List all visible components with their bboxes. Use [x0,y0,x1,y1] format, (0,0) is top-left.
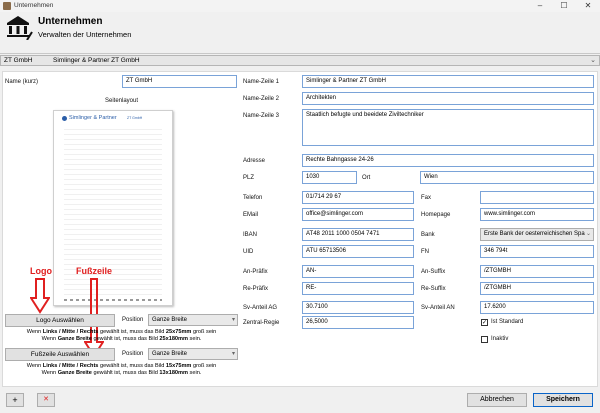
re-praefix-input[interactable]: RE- [302,282,414,295]
name1-input[interactable]: Simlinger & Partner ZT GmbH [302,75,594,88]
page-subtitle: Verwalten der Unternehmen [38,30,132,39]
zentral-regie-input[interactable]: 26,5000 [302,316,414,329]
ist-standard-checkbox[interactable]: ✓ [481,319,488,326]
adresse-label: Adresse [243,158,266,164]
ort-input[interactable]: Wien [420,171,594,184]
preview-logo-mark [62,116,67,121]
iban-label: IBAN [243,232,258,238]
bank-building-icon [7,16,33,40]
preview-footer-line [64,299,162,301]
re-praefix-label: Re-Präfix [243,286,269,292]
page-layout-preview: Simlinger & Partner ZT GmbH [53,110,173,306]
company-select[interactable]: ZT GmbH Simlinger & Partner ZT GmbH ⌄ [0,55,600,66]
name3-input[interactable]: Staatlich befugte und beeidete Ziviltech… [302,109,594,146]
name2-label: Name-Zeile 2 [243,96,280,102]
plz-input[interactable]: 1030 [302,171,357,184]
sv-ag-input[interactable]: 30.7100 [302,301,414,314]
sv-an-input[interactable]: 17.6200 [480,301,594,314]
inaktiv-checkbox[interactable] [481,336,488,343]
footer-size-note-1: Wenn Links / Mitte / Rechts gewählt ist,… [26,363,217,369]
logo-position-value: Ganze Breite [152,317,188,323]
telefon-input[interactable]: 01/714 29 67 [302,191,414,204]
logo-position-label: Position [122,317,144,323]
bank-select[interactable]: Erste Bank der oesterreichischen Spark ⌄ [480,228,594,241]
telefon-label: Telefon [243,195,263,201]
an-suffix-input[interactable]: /ZTGMBH [480,265,594,278]
uid-label: UID [243,249,254,255]
uid-input[interactable]: ATU 65713506 [302,245,414,258]
name-kurz-label: Name (kurz) [5,79,39,85]
homepage-label: Homepage [421,212,451,218]
sv-an-label: Sv-Anteil AN [421,305,455,311]
preview-logo-text: Simlinger & Partner [69,115,117,121]
preview-logo-suffix: ZT GmbH [127,116,143,120]
company-name: Simlinger & Partner ZT GmbH [53,57,140,64]
chevron-down-icon: ⌄ [590,57,596,64]
add-button[interactable]: + [6,393,24,407]
email-label: EMail [243,212,259,218]
logo-size-note-2: Wenn Ganze Breite gewählt ist, muss das … [41,336,202,342]
arrow-down-icon [30,278,50,314]
chevron-down-icon: ⌄ [584,230,591,237]
window-titlebar: Unternehmen – ☐ ✕ [0,0,600,12]
iban-input[interactable]: AT48 2011 1000 0504 7471 [302,228,414,241]
seitenlayout-label: Seitenlayout [105,98,139,104]
fn-input[interactable]: 346 794t [480,245,594,258]
window-title: Unternehmen [14,2,54,9]
plz-label: PLZ [243,175,255,181]
name1-label: Name-Zeile 1 [243,79,280,85]
name2-input[interactable]: Architekten [302,92,594,105]
ist-standard-label: Ist Standard [491,319,524,325]
close-button[interactable]: ✕ [580,1,596,11]
bank-label: Bank [421,232,435,238]
inaktiv-label: Inaktiv [491,336,509,342]
an-suffix-label: An-Suffix [421,269,446,275]
footer-size-note-2: Wenn Ganze Breite gewählt ist, muss das … [41,370,202,376]
minimize-button[interactable]: – [532,1,548,11]
delete-button[interactable]: ✕ [37,393,55,407]
name-kurz-input[interactable]: ZT GmbH [122,75,237,88]
logo-position-select[interactable]: Ganze Breite ▾ [148,314,238,326]
homepage-input[interactable]: www.simlinger.com [480,208,594,221]
header-divider [0,53,600,54]
save-button[interactable]: Speichern [533,393,593,407]
chevron-down-icon: ▾ [231,317,235,323]
footer-position-label: Position [122,351,144,357]
adresse-input[interactable]: Rechte Bahngasse 24-26 [302,154,594,167]
cancel-button[interactable]: Abbrechen [467,393,527,407]
an-praefix-input[interactable]: AN- [302,265,414,278]
name3-label: Name-Zeile 3 [243,113,280,119]
logo-select-button[interactable]: Logo Auswählen [5,314,115,327]
footer-position-value: Ganze Breite [152,351,188,357]
re-suffix-input[interactable]: /ZTGMBH [480,282,594,295]
fn-label: FN [421,249,429,255]
email-input[interactable]: office@simlinger.com [302,208,414,221]
annotation-footer: Fußzeile [76,266,113,276]
re-suffix-label: Re-Suffix [421,286,446,292]
annotation-logo: Logo [30,266,52,276]
chevron-down-icon: ▾ [231,351,235,357]
zentral-regie-label: Zentral-Regie [243,320,280,326]
app-icon [3,2,11,10]
fax-input[interactable] [480,191,594,204]
an-praefix-label: An-Präfix [243,269,268,275]
logo-size-note-1: Wenn Links / Mitte / Rechts gewählt ist,… [26,329,217,335]
ort-label: Ort [362,175,371,181]
bank-value: Erste Bank der oesterreichischen Spark [484,231,590,237]
page-header: Unternehmen Verwalten der Unternehmen [0,12,600,54]
footer-position-select[interactable]: Ganze Breite ▾ [148,348,238,360]
fax-label: Fax [421,195,432,201]
company-short: ZT GmbH [4,57,33,64]
maximize-button[interactable]: ☐ [556,1,572,11]
sv-ag-label: Sv-Anteil AG [243,305,278,311]
footer-select-button[interactable]: Fußzeile Auswählen [5,348,115,361]
page-title: Unternehmen [38,16,103,27]
